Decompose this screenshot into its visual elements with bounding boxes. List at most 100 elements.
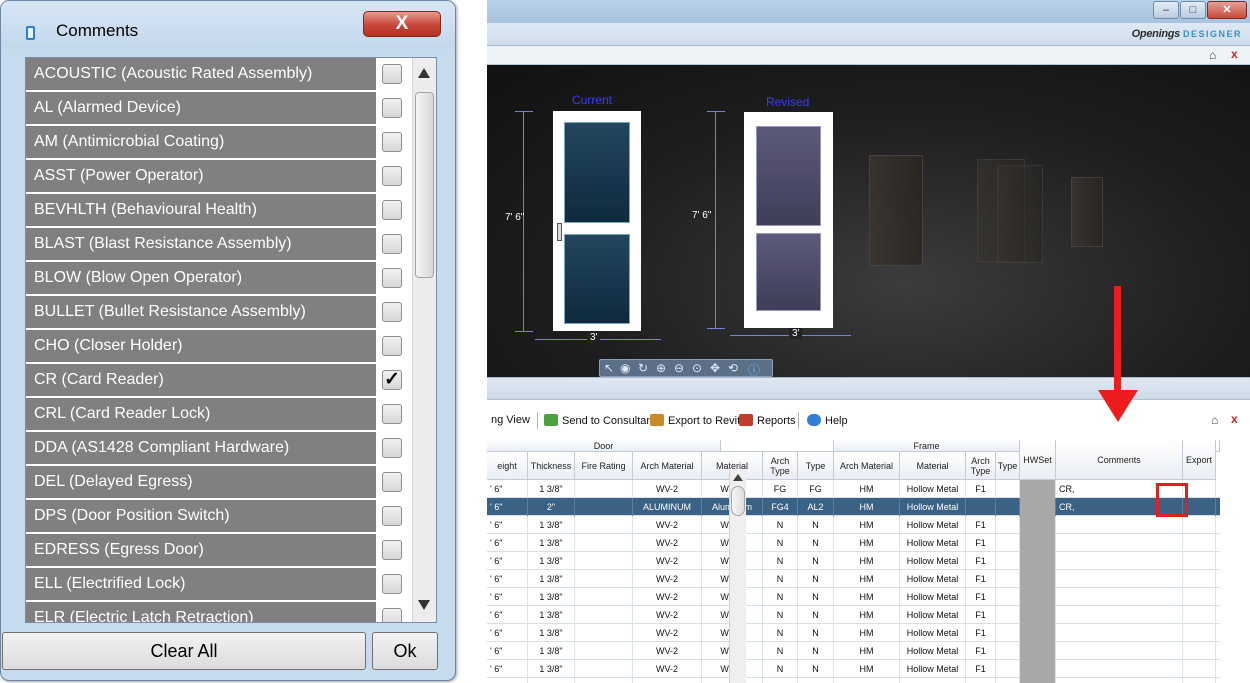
- comment-option-checkbox[interactable]: [382, 608, 402, 622]
- comment-option-checkbox[interactable]: [382, 438, 402, 458]
- cell-hwset[interactable]: [1020, 498, 1056, 516]
- cell-thickness[interactable]: 1 3/8": [528, 480, 575, 498]
- col-header-export[interactable]: Export: [1183, 440, 1216, 480]
- cell-arch-material[interactable]: WV-2: [633, 516, 702, 534]
- cell-hwset[interactable]: [1020, 606, 1056, 624]
- cell-type[interactable]: N: [798, 660, 834, 678]
- cell-frame-type[interactable]: [996, 570, 1020, 588]
- col-header-frame-material[interactable]: Material: [900, 452, 966, 480]
- cell-height[interactable]: ' 6": [487, 480, 528, 498]
- cell-type[interactable]: N: [798, 624, 834, 642]
- select-arrow-icon[interactable]: ↖: [604, 361, 614, 375]
- comment-option-row[interactable]: CRL (Card Reader Lock): [26, 398, 377, 431]
- dialog-close-button[interactable]: X: [363, 11, 441, 37]
- col-header-fire-rating[interactable]: Fire Rating: [575, 452, 633, 480]
- cell-hwset[interactable]: [1020, 588, 1056, 606]
- minimize-icon[interactable]: –: [1153, 1, 1179, 19]
- reset-view-icon[interactable]: ⟲: [728, 361, 738, 375]
- cell-comments[interactable]: [1056, 678, 1183, 683]
- comment-option-checkbox[interactable]: ✓: [382, 370, 402, 390]
- comment-option-checkbox[interactable]: [382, 506, 402, 526]
- comment-option-row[interactable]: CR (Card Reader): [26, 364, 377, 397]
- cell-thickness[interactable]: 1 3/8": [528, 516, 575, 534]
- cell-frame-arch-material[interactable]: HM: [834, 624, 900, 642]
- col-header-comments[interactable]: Comments: [1056, 440, 1183, 480]
- cell-comments[interactable]: [1056, 660, 1183, 678]
- cell-arch-type[interactable]: FG: [763, 480, 798, 498]
- cell-hwset[interactable]: [1020, 660, 1056, 678]
- comment-option-row[interactable]: ELL (Electrified Lock): [26, 568, 377, 601]
- cell-frame-arch-type[interactable]: F1: [966, 534, 996, 552]
- cell-thickness[interactable]: 1 3/8": [528, 624, 575, 642]
- cell-frame-arch-material[interactable]: HM: [834, 678, 900, 683]
- cell-height[interactable]: ' 6": [487, 678, 528, 683]
- comment-option-row[interactable]: DDA (AS1428 Compliant Hardware): [26, 432, 377, 465]
- schedule-row[interactable]: ' 6"1 3/8"WV-2WoodNNHMHollow MetalF1: [487, 570, 1220, 588]
- cell-frame-arch-type[interactable]: F1: [966, 552, 996, 570]
- cell-export[interactable]: [1183, 678, 1216, 683]
- comment-option-checkbox[interactable]: [382, 132, 402, 152]
- comment-option-checkbox[interactable]: [382, 200, 402, 220]
- cell-frame-material[interactable]: Hollow Metal: [900, 642, 966, 660]
- cell-fire-rating[interactable]: [575, 570, 633, 588]
- cell-height[interactable]: ' 6": [487, 516, 528, 534]
- cell-frame-arch-type[interactable]: F1: [966, 516, 996, 534]
- cell-hwset[interactable]: [1020, 624, 1056, 642]
- comment-option-row[interactable]: DEL (Delayed Egress): [26, 466, 377, 499]
- cell-height[interactable]: ' 6": [487, 606, 528, 624]
- cell-frame-arch-material[interactable]: HM: [834, 534, 900, 552]
- col-header-type[interactable]: Type: [798, 452, 834, 480]
- cell-export[interactable]: [1183, 570, 1216, 588]
- cell-frame-material[interactable]: Hollow Metal: [900, 660, 966, 678]
- cell-arch-material[interactable]: WV-2: [633, 642, 702, 660]
- comment-option-row[interactable]: ELR (Electric Latch Retraction): [26, 602, 377, 622]
- schedule-row[interactable]: ' 6"1 3/8"WV-2WoodNNHMHollow MetalF1: [487, 606, 1220, 624]
- cell-hwset[interactable]: [1020, 480, 1056, 498]
- cell-thickness[interactable]: 1 3/8": [528, 552, 575, 570]
- reports-button[interactable]: Reports: [739, 414, 796, 427]
- cell-frame-type[interactable]: [996, 606, 1020, 624]
- cell-frame-arch-material[interactable]: HM: [834, 660, 900, 678]
- cell-frame-arch-material[interactable]: HM: [834, 570, 900, 588]
- cell-comments[interactable]: [1056, 534, 1183, 552]
- scroll-thumb[interactable]: [415, 92, 434, 278]
- cell-comments[interactable]: [1056, 606, 1183, 624]
- cell-frame-arch-type[interactable]: F1: [966, 570, 996, 588]
- cell-arch-material[interactable]: WV-2: [633, 552, 702, 570]
- cell-comments[interactable]: [1056, 516, 1183, 534]
- cell-thickness[interactable]: 1 3/8": [528, 660, 575, 678]
- cell-arch-type[interactable]: FG4: [763, 498, 798, 516]
- cell-comments[interactable]: [1056, 624, 1183, 642]
- cell-fire-rating[interactable]: [575, 624, 633, 642]
- cell-fire-rating[interactable]: [575, 588, 633, 606]
- comment-option-row[interactable]: AM (Antimicrobial Coating): [26, 126, 377, 159]
- schedule-row[interactable]: ' 6"1 3/8"WV-2WoodNNHMHollow MetalF1: [487, 516, 1220, 534]
- cell-export[interactable]: [1183, 534, 1216, 552]
- cell-comments[interactable]: [1056, 570, 1183, 588]
- export-to-revit-button[interactable]: Export to Revit: [650, 414, 740, 427]
- cell-comments[interactable]: [1056, 552, 1183, 570]
- cell-thickness[interactable]: 1 3/8": [528, 642, 575, 660]
- grid-scrollbar[interactable]: [729, 470, 746, 683]
- col-header-frame-arch-type[interactable]: Arch Type: [966, 452, 996, 480]
- cell-fire-rating[interactable]: [575, 642, 633, 660]
- cell-height[interactable]: ' 6": [487, 588, 528, 606]
- comment-option-row[interactable]: BLAST (Blast Resistance Assembly): [26, 228, 377, 261]
- cell-arch-material[interactable]: WV-2: [633, 480, 702, 498]
- comment-option-row[interactable]: AL (Alarmed Device): [26, 92, 377, 125]
- comment-option-row[interactable]: BULLET (Bullet Resistance Assembly): [26, 296, 377, 329]
- cell-export[interactable]: [1183, 660, 1216, 678]
- scroll-down-arrow-icon[interactable]: [418, 600, 430, 610]
- cell-arch-type[interactable]: N: [763, 570, 798, 588]
- schedule-row[interactable]: ' 6"1 3/8"WV-2WoodNNHMHollow MetalF1: [487, 552, 1220, 570]
- zoom-out-icon[interactable]: ⊖: [674, 361, 684, 375]
- schedule-row[interactable]: ' 6"1 3/8"WV-2WoodNNHMHollow MetalF1: [487, 678, 1220, 683]
- door-3d-viewer[interactable]: Current Revised 7' 6" 3' 7' 6" 3' ↖ ◉ ↻ …: [487, 65, 1250, 377]
- cell-export[interactable]: [1183, 552, 1216, 570]
- cell-arch-material[interactable]: WV-2: [633, 624, 702, 642]
- comment-option-checkbox[interactable]: [382, 472, 402, 492]
- cell-frame-arch-material[interactable]: HM: [834, 588, 900, 606]
- cell-arch-material[interactable]: WV-2: [633, 534, 702, 552]
- comment-option-checkbox[interactable]: [382, 302, 402, 322]
- col-header-hwset[interactable]: HWSet: [1020, 440, 1056, 480]
